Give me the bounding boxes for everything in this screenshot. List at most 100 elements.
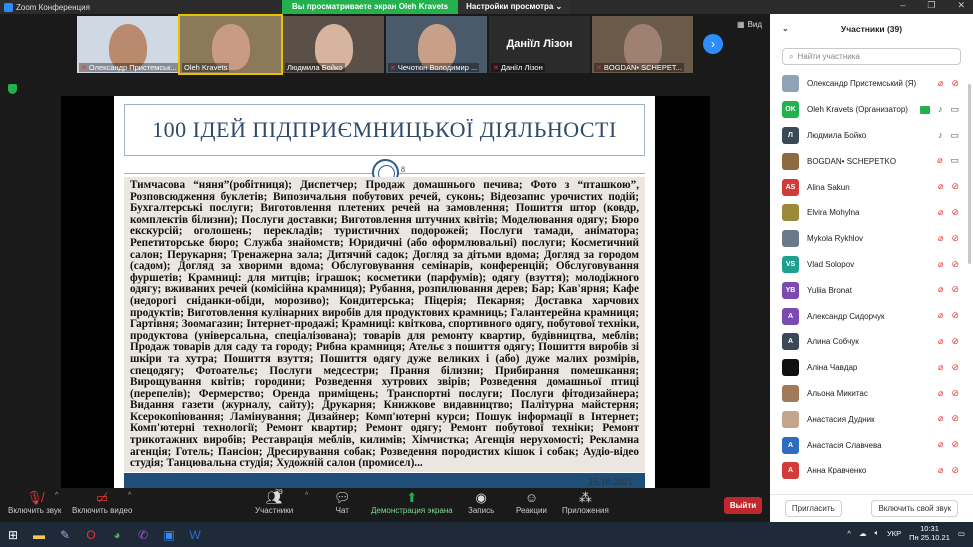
slide-body-text: Тимчасова “няня”(робітниця); Диспетчер; …: [124, 177, 645, 472]
chat-button[interactable]: 💬︎ Чат: [334, 490, 351, 515]
reactions-button[interactable]: ☺ Реакции: [516, 490, 547, 515]
participant-row[interactable]: А Александр Сидорчук ⌀ ⊘: [770, 303, 973, 329]
share-screen-icon: ⬆: [406, 490, 418, 505]
participant-row[interactable]: BOGDAN• SCHEPETKO ⌀ ▭: [770, 148, 973, 174]
thumbnail-name: Oleh Kravets: [184, 63, 228, 72]
zoom-taskbar-icon[interactable]: ▣: [156, 522, 182, 547]
video-thumbnail[interactable]: Людмила Бойко: [283, 16, 384, 73]
participant-status-icons: ⌀ ⊘: [938, 413, 959, 424]
avatar: AS: [782, 178, 799, 196]
collapse-chevron-icon[interactable]: ⌄: [782, 24, 789, 33]
microphone-off-icon: ✕: [596, 64, 602, 72]
clock[interactable]: 10:31 Пн 25.10.21: [909, 524, 950, 542]
participant-status-icons: ⌀ ⊘: [938, 388, 959, 399]
participants-button[interactable]: 👥︎ 39 Участники: [255, 489, 293, 515]
participant-row[interactable]: Анастасия Дудник ⌀ ⊘: [770, 406, 973, 432]
participant-name: Аліна Чавдар: [807, 363, 858, 373]
participant-list-scrollbar[interactable]: [968, 84, 971, 264]
participant-name: Yuliia Bronat: [807, 285, 852, 295]
view-button[interactable]: ▦ Вид: [737, 20, 762, 29]
tray-chevron-icon[interactable]: ^: [847, 529, 851, 538]
leave-button[interactable]: Выйти: [724, 497, 762, 514]
participant-row[interactable]: А Анастасія Славчева ⌀ ⊘: [770, 432, 973, 458]
grid-icon: ▦: [737, 20, 745, 29]
keyboard-language[interactable]: УКР: [887, 529, 901, 538]
video-thumbnail[interactable]: Oleh Kravets: [178, 14, 283, 75]
participant-status-icons: ⌀ ⊘: [938, 78, 959, 89]
microphone-off-icon: ✕: [81, 64, 87, 72]
participant-row[interactable]: Аліна Чавдар ⌀ ⊘: [770, 355, 973, 381]
microphone-off-icon: ⌀: [938, 284, 944, 295]
participant-row[interactable]: VS Vlad Solopov ⌀ ⊘: [770, 252, 973, 278]
participant-row[interactable]: AS Alina Sakun ⌀ ⊘: [770, 174, 973, 200]
invite-button[interactable]: Пригласить: [784, 500, 842, 517]
video-options-chevron[interactable]: ^: [128, 492, 131, 499]
participant-row[interactable]: Л Людмила Бойко ♪ ▭: [770, 123, 973, 149]
video-thumbnail[interactable]: ✕ Олександр Пристемськ...: [77, 16, 178, 73]
chrome-icon[interactable]: ◕: [104, 522, 130, 547]
microphone-off-icon: ⌀: [938, 78, 944, 88]
avatar: А: [782, 307, 799, 325]
start-icon[interactable]: ⊞: [0, 522, 26, 547]
search-icon: ⌕: [789, 51, 794, 61]
participant-row[interactable]: А Алина Собчук ⌀ ⊘: [770, 329, 973, 355]
microphone-off-icon: ⌀: [938, 258, 944, 269]
participant-name: Alina Sakun: [807, 182, 850, 192]
avatar: YB: [782, 281, 799, 299]
participant-name: Анастасія Славчева: [807, 440, 882, 450]
participant-row[interactable]: Elvira Mohylna ⌀ ⊘: [770, 200, 973, 226]
share-screen-button[interactable]: ⬆ Демонстрация экрана: [371, 490, 453, 515]
slide-date: 25.10.2021: [588, 477, 633, 488]
next-page-button[interactable]: ›: [703, 34, 723, 54]
thumbnail-name: Чечоткін Володимир ...: [397, 63, 478, 72]
thumbnail-name-label: ✕ Чечоткін Володимир ...: [388, 63, 480, 72]
unmute-self-button[interactable]: Включить свой звук: [871, 500, 959, 517]
apps-icon: ⁂: [578, 490, 592, 505]
participant-name: Анастасия Дудник: [807, 414, 875, 424]
unmute-button[interactable]: 🎙︎̸ Включить звук: [8, 490, 61, 515]
video-thumbnail[interactable]: Даніїл Лізон ✕ Даніїл Лізон: [489, 16, 590, 73]
start-video-button[interactable]: ▭̸ Включить видео: [72, 490, 132, 515]
notifications-icon[interactable]: ▭: [958, 529, 965, 538]
windows-taskbar: ⊞ ▬ ✎ O ◕ ✆ ▣ W ^ ☁ 🔈︎ УКР 10:31 Пн 25.1…: [0, 522, 973, 547]
encryption-shield-icon[interactable]: [8, 84, 17, 94]
avatar: А: [782, 462, 799, 480]
participant-row[interactable]: А Анна Кравченко ⌀ ⊘: [770, 458, 973, 484]
reactions-icon: ☺: [524, 490, 539, 505]
video-off-icon: ⊘: [951, 335, 959, 346]
apps-button[interactable]: ⁂ Приложения: [562, 490, 609, 515]
thumbnail-name-label: Людмила Бойко: [285, 63, 345, 72]
avatar: [782, 230, 799, 248]
paint-icon[interactable]: ✎: [52, 522, 78, 547]
network-icon[interactable]: ☁: [859, 529, 867, 538]
participants-options-chevron[interactable]: ^: [305, 492, 308, 499]
minimize-button[interactable]: –: [900, 0, 905, 11]
slide-page-number: 8: [401, 165, 405, 174]
participant-row[interactable]: OK Oleh Kravets (Организатор) ♪ ▭: [770, 97, 973, 123]
video-thumbnail[interactable]: ✕ BOGDAN• SCHEPET...: [592, 16, 693, 73]
audio-options-chevron[interactable]: ^: [55, 492, 58, 499]
participant-name: Elvira Mohylna: [807, 208, 860, 218]
file-explorer-icon[interactable]: ▬: [26, 522, 52, 547]
participant-name: BOGDAN• SCHEPETKO: [807, 156, 897, 166]
video-thumbnail[interactable]: ✕ Чечоткін Володимир ...: [386, 16, 487, 73]
record-button[interactable]: ◉ Запись: [468, 490, 494, 515]
microphone-icon: ♪: [937, 129, 943, 140]
video-thumbnail-strip: ✕ Олександр Пристемськ... Oleh Kravets Людм…: [77, 14, 693, 75]
opera-icon[interactable]: O: [78, 522, 104, 547]
participant-search-input[interactable]: ⌕ Найти участника: [782, 48, 961, 65]
participant-row[interactable]: Олександр Пристемський (Я) ⌀ ⊘: [770, 71, 973, 97]
avatar: OK: [782, 101, 799, 119]
participant-row[interactable]: Альона Микитас ⌀ ⊘: [770, 381, 973, 407]
clock-date: Пн 25.10.21: [909, 533, 950, 542]
participant-row[interactable]: YB Yuliia Bronat ⌀ ⊘: [770, 277, 973, 303]
viber-icon[interactable]: ✆: [130, 522, 156, 547]
participant-row[interactable]: Mykola Rykhlov ⌀ ⊘: [770, 226, 973, 252]
view-settings-dropdown[interactable]: Настройки просмотра ⌄: [458, 0, 571, 14]
volume-icon[interactable]: 🔈︎: [874, 528, 879, 538]
close-button[interactable]: ✕: [957, 0, 965, 11]
participants-panel: ⌄ Участники (39) ⌕ Найти участника Олекс…: [770, 14, 973, 522]
maximize-button[interactable]: ❐: [927, 0, 935, 11]
slide: 100 ІДЕЙ ПІДПРИЄМНИЦЬКОЇ ДІЯЛЬНОСТІ 8 Ти…: [114, 96, 655, 500]
word-icon[interactable]: W: [182, 522, 208, 547]
